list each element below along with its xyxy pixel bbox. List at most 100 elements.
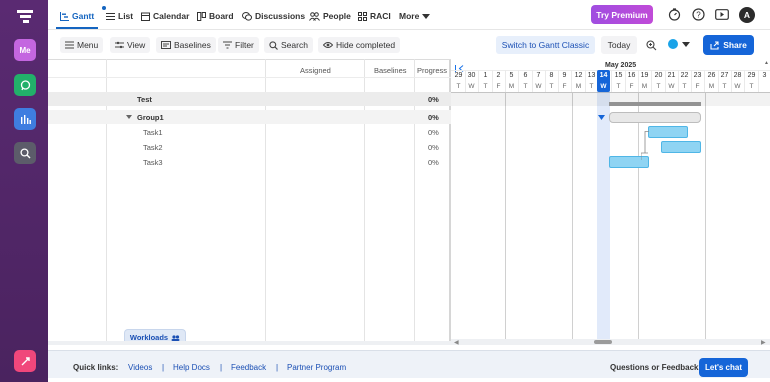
footer-link-help-docs[interactable]: Help Docs	[173, 363, 210, 372]
eye-icon	[323, 42, 333, 48]
scroll-right-arrow[interactable]: ▶	[761, 339, 766, 346]
reports-button[interactable]	[14, 108, 36, 130]
day-gridline	[638, 70, 639, 92]
day-gridline	[704, 70, 705, 92]
tab-raci[interactable]: RACI	[358, 9, 391, 23]
column-header-baselines[interactable]: Baselines	[374, 66, 407, 75]
day-gridline	[532, 70, 533, 92]
zoom-icon[interactable]	[646, 40, 657, 53]
weekday-letter: W	[668, 83, 675, 90]
day-gridline	[718, 70, 719, 92]
weekday-letter: T	[523, 83, 528, 90]
menu-label: Menu	[77, 40, 99, 50]
timer-icon[interactable]	[668, 8, 681, 23]
table-row[interactable]: Group1 0%	[48, 110, 451, 124]
day-number: 8	[549, 72, 554, 79]
task-progress: 0%	[428, 143, 439, 152]
share-button[interactable]: Share	[703, 35, 754, 55]
baselines-button[interactable]: Baselines	[156, 37, 216, 53]
column-header-progress[interactable]: Progress	[417, 66, 447, 75]
caret-down-icon	[682, 41, 690, 47]
table-row[interactable]: Test 0%	[48, 92, 451, 106]
footer-link-feedback[interactable]: Feedback	[231, 363, 266, 372]
footer-link-videos[interactable]: Videos	[128, 363, 152, 372]
view-label: View	[127, 40, 146, 50]
filter-button[interactable]: Filter	[218, 37, 259, 53]
discussion-icon	[242, 11, 252, 21]
group-bar[interactable]	[609, 112, 701, 123]
task-name: Group1	[137, 113, 164, 122]
timeline-scrollbar[interactable]: ◀ ▶	[451, 339, 770, 346]
tab-label: RACI	[370, 11, 391, 21]
day-gridline	[478, 70, 479, 92]
search-button[interactable]: Search	[264, 37, 313, 53]
task-name: Task3	[143, 158, 163, 167]
try-premium-button[interactable]: Try Premium	[591, 5, 653, 24]
collapse-triangle-icon[interactable]	[126, 115, 132, 119]
me-button[interactable]: Me	[14, 39, 36, 61]
day-number: 23	[693, 72, 702, 79]
week-gridline	[705, 92, 706, 339]
lets-chat-button[interactable]: Let's chat	[699, 358, 748, 377]
scroll-thumb[interactable]	[594, 340, 612, 344]
day-gridline	[611, 70, 612, 92]
day-number: 29	[747, 72, 756, 79]
weekday-letter: T	[682, 83, 687, 90]
list-icon	[106, 12, 115, 20]
horizontal-scrollbar[interactable]	[48, 341, 451, 345]
task-bar[interactable]	[648, 126, 688, 138]
bar-chart-icon	[20, 115, 31, 124]
app-logo[interactable]	[17, 10, 33, 24]
day-number: 6	[523, 72, 528, 79]
rocket-button[interactable]	[14, 350, 36, 372]
hide-completed-label: Hide completed	[336, 40, 396, 50]
tab-gantt[interactable]: Gantt	[60, 9, 94, 23]
day-number: 26	[707, 72, 716, 79]
task-name: Test	[137, 95, 152, 104]
today-weekday: W	[600, 83, 607, 90]
color-picker[interactable]	[668, 39, 690, 49]
tab-more[interactable]: More	[399, 9, 431, 23]
table-row[interactable]: Task2 0%	[48, 140, 451, 154]
today-button[interactable]: Today	[601, 36, 637, 54]
hide-completed-button[interactable]: Hide completed	[318, 37, 401, 53]
vertical-scrollbar[interactable]: ▲	[764, 59, 770, 339]
day-gridline	[585, 70, 586, 92]
day-number: 28	[733, 72, 742, 79]
tab-calendar[interactable]: Calendar	[141, 9, 189, 23]
search-rail-button[interactable]	[14, 142, 36, 164]
weekday-letter: M	[641, 83, 648, 90]
view-button[interactable]: View	[110, 37, 151, 53]
tab-discussions[interactable]: Discussions	[242, 9, 305, 23]
help-icon[interactable]: ?	[692, 8, 705, 23]
table-row[interactable]: Task1 0%	[48, 125, 451, 139]
column-header-assigned[interactable]: Assigned	[300, 66, 331, 75]
gantt-icon	[60, 11, 69, 21]
video-icon[interactable]	[715, 9, 729, 22]
avatar[interactable]: A	[739, 7, 755, 23]
day-number: 29	[454, 72, 463, 79]
footer-separator: |	[220, 363, 223, 372]
switch-gantt-classic-button[interactable]: Switch to Gantt Classic	[496, 36, 595, 54]
svg-text:?: ?	[696, 11, 701, 20]
weekday-letter: T	[616, 83, 621, 90]
day-gridline	[665, 70, 666, 92]
tab-board[interactable]: Board	[197, 9, 234, 23]
collapse-triangle-icon[interactable]	[598, 115, 605, 120]
week-gridline	[505, 92, 506, 339]
filter-label: Filter	[235, 40, 254, 50]
day-number: 15	[614, 72, 623, 79]
tab-people[interactable]: People	[309, 9, 351, 23]
tab-list[interactable]: List	[106, 9, 133, 23]
day-gridline	[558, 70, 559, 92]
footer-link-partner-program[interactable]: Partner Program	[287, 363, 346, 372]
task-bar[interactable]	[661, 141, 701, 153]
left-rail: Me	[0, 0, 48, 382]
menu-button[interactable]: Menu	[60, 37, 104, 53]
chat-button[interactable]	[14, 74, 36, 96]
weekday-letter: W	[468, 83, 475, 90]
scroll-left-arrow[interactable]: ◀	[454, 339, 459, 346]
table-row[interactable]: Task3 0%	[48, 155, 451, 169]
day-number: 9	[562, 72, 567, 79]
top-navigation: Gantt List Calendar Board Discussions Pe…	[48, 0, 770, 30]
